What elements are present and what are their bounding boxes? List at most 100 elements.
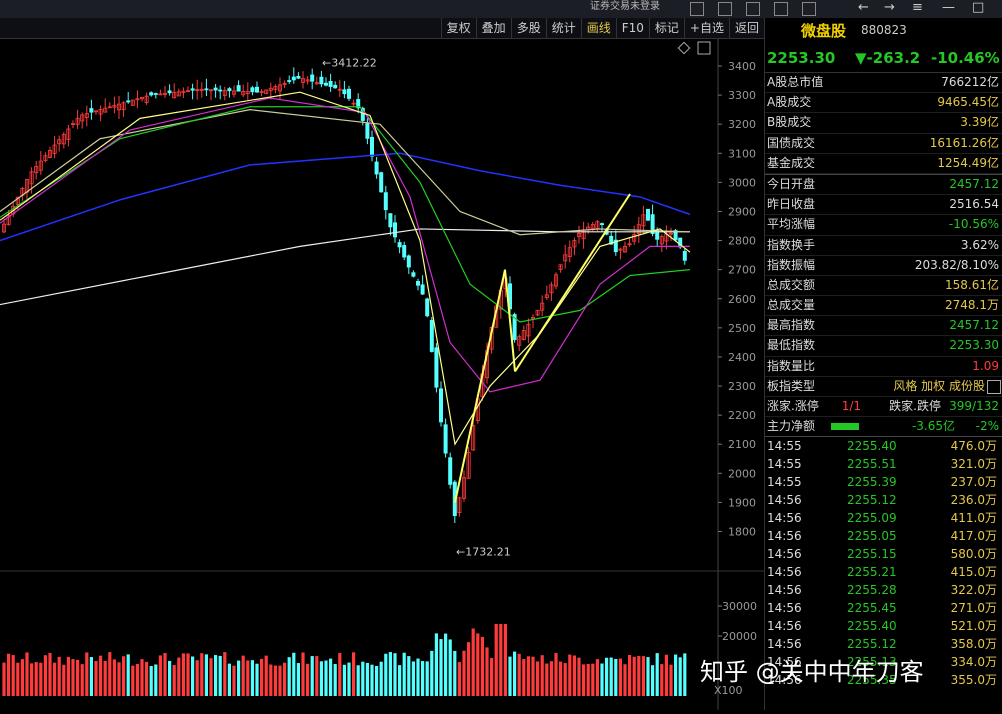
watermark: 知乎 @关中中年刀客 bbox=[700, 658, 924, 686]
price-tick-label: 3400 bbox=[728, 60, 756, 73]
toolbar-tab[interactable]: +自选 bbox=[683, 18, 729, 38]
volume-bar bbox=[398, 665, 402, 696]
stat-label: 国债成交 bbox=[767, 135, 816, 150]
price-tick-label: 2700 bbox=[728, 264, 756, 277]
volume-bar bbox=[361, 661, 365, 696]
volume-bar bbox=[48, 653, 52, 696]
stat-label: 今日开盘 bbox=[767, 176, 816, 191]
stat-value: 3.62% bbox=[960, 237, 999, 252]
volume-bar bbox=[237, 660, 241, 696]
tick-time: 14:55 bbox=[767, 457, 802, 472]
candle-body bbox=[287, 80, 292, 82]
volume-bar bbox=[609, 657, 613, 696]
volume-series bbox=[2, 624, 687, 696]
toolbar-tab[interactable]: F10 bbox=[615, 18, 649, 38]
volume-bar bbox=[62, 664, 66, 696]
maximize-icon[interactable]: □ bbox=[972, 0, 984, 16]
stat-row: 最低指数 2253.30 bbox=[765, 336, 1002, 357]
volume-bar bbox=[2, 662, 6, 696]
toolbar-tab[interactable]: 画线 bbox=[580, 18, 616, 38]
candle-body bbox=[392, 222, 397, 238]
toolbar-tab[interactable]: 返回 bbox=[728, 18, 764, 38]
tick-volume: 322.0万 bbox=[950, 583, 997, 598]
stat-label: 最高指数 bbox=[767, 318, 816, 333]
volume-bar bbox=[39, 662, 43, 696]
volume-bar bbox=[145, 661, 149, 696]
tick-price: 2255.09 bbox=[847, 511, 897, 526]
tick-time: 14:56 bbox=[767, 529, 802, 544]
price-tick-label: 2100 bbox=[728, 438, 756, 451]
candle-body bbox=[89, 108, 94, 113]
stat-value: 2748.1万 bbox=[945, 298, 999, 313]
stat-row: A股成交 9465.45亿 bbox=[765, 93, 1002, 114]
candle-body bbox=[323, 82, 328, 86]
volume-bar bbox=[319, 661, 323, 696]
volume-bar bbox=[333, 664, 337, 696]
layout-icon[interactable] bbox=[746, 2, 760, 16]
toolbar-tab[interactable]: 多股 bbox=[510, 18, 546, 38]
volume-bar bbox=[559, 661, 563, 696]
volume-bar bbox=[416, 658, 420, 696]
volume-bar bbox=[476, 633, 480, 696]
volume-bar bbox=[439, 639, 443, 696]
stat-row: B股成交 3.39亿 bbox=[765, 113, 1002, 134]
toolbar-tab[interactable]: 复权 bbox=[440, 18, 476, 38]
volume-bar bbox=[370, 664, 374, 696]
forward-arrow-icon[interactable]: → bbox=[884, 0, 895, 16]
minimize-icon[interactable]: — bbox=[942, 0, 955, 16]
toolbar-tab[interactable]: 标记 bbox=[648, 18, 684, 38]
candle-body bbox=[291, 76, 296, 81]
price-tick-label: 3300 bbox=[728, 89, 756, 102]
volume-bar bbox=[117, 662, 121, 696]
tick-row: 14:56 2255.40 521.0万 bbox=[765, 617, 1002, 635]
menu-icon[interactable]: ≡ bbox=[912, 0, 923, 16]
volume-bar bbox=[204, 654, 208, 696]
volume-bar bbox=[273, 665, 277, 696]
volume-bar bbox=[637, 655, 641, 696]
candle-body bbox=[397, 242, 402, 248]
diamond-icon bbox=[677, 41, 691, 55]
volume-bar bbox=[480, 636, 484, 696]
volume-bar bbox=[232, 665, 236, 696]
volume-bar bbox=[223, 652, 227, 696]
volume-bar bbox=[568, 654, 572, 696]
list-icon[interactable] bbox=[987, 379, 1001, 394]
candle-body bbox=[126, 100, 131, 103]
stat-row: 国债成交 16161.26亿 bbox=[765, 134, 1002, 154]
back-arrow-icon[interactable]: ← bbox=[858, 0, 869, 16]
volume-bar bbox=[315, 656, 319, 696]
volume-bar bbox=[80, 664, 84, 696]
volume-bar bbox=[71, 659, 75, 696]
tick-row: 14:56 2255.12 236.0万 bbox=[765, 491, 1002, 509]
stat-row: 最高指数 2457.12 bbox=[765, 316, 1002, 337]
stat-label: 总成交额 bbox=[767, 277, 816, 292]
tick-volume: 334.0万 bbox=[950, 655, 997, 670]
stat-label: B股成交 bbox=[767, 115, 812, 130]
price-tick-label: 2400 bbox=[728, 351, 756, 364]
toolbar-tab[interactable]: 叠加 bbox=[475, 18, 511, 38]
volume-bar bbox=[347, 662, 351, 696]
tick-row: 14:55 2255.51 321.0万 bbox=[765, 455, 1002, 473]
volume-bar bbox=[421, 661, 425, 696]
kline-chart[interactable]: 3400 3300 3200 3100 3000 2900 2800 2700 2600 2500… bbox=[0, 37, 764, 710]
tick-price: 2255.12 bbox=[847, 493, 897, 508]
grid-icon[interactable] bbox=[802, 2, 816, 16]
window-icon[interactable] bbox=[718, 2, 732, 16]
tick-row: 14:56 2255.05 417.0万 bbox=[765, 527, 1002, 545]
candle-body bbox=[369, 136, 374, 157]
trend-line bbox=[454, 269, 506, 503]
candle-body bbox=[213, 87, 218, 91]
tool-icon[interactable] bbox=[690, 2, 704, 16]
stat-row: 总成交额 158.61亿 bbox=[765, 276, 1002, 297]
tick-price: 2255.51 bbox=[847, 457, 897, 472]
price-change: ▼-263.2 bbox=[855, 49, 921, 67]
low-arrow: ← bbox=[456, 545, 465, 558]
tick-volume: 358.0万 bbox=[950, 637, 997, 652]
toolbar-tab[interactable]: 统计 bbox=[545, 18, 581, 38]
volume-bar bbox=[168, 660, 172, 696]
price-tick-label: 2200 bbox=[728, 409, 756, 422]
home-icon[interactable] bbox=[774, 2, 788, 16]
candle-body bbox=[443, 424, 448, 454]
stat-label: 指数换手 bbox=[767, 237, 816, 252]
volume-bar bbox=[250, 660, 254, 696]
